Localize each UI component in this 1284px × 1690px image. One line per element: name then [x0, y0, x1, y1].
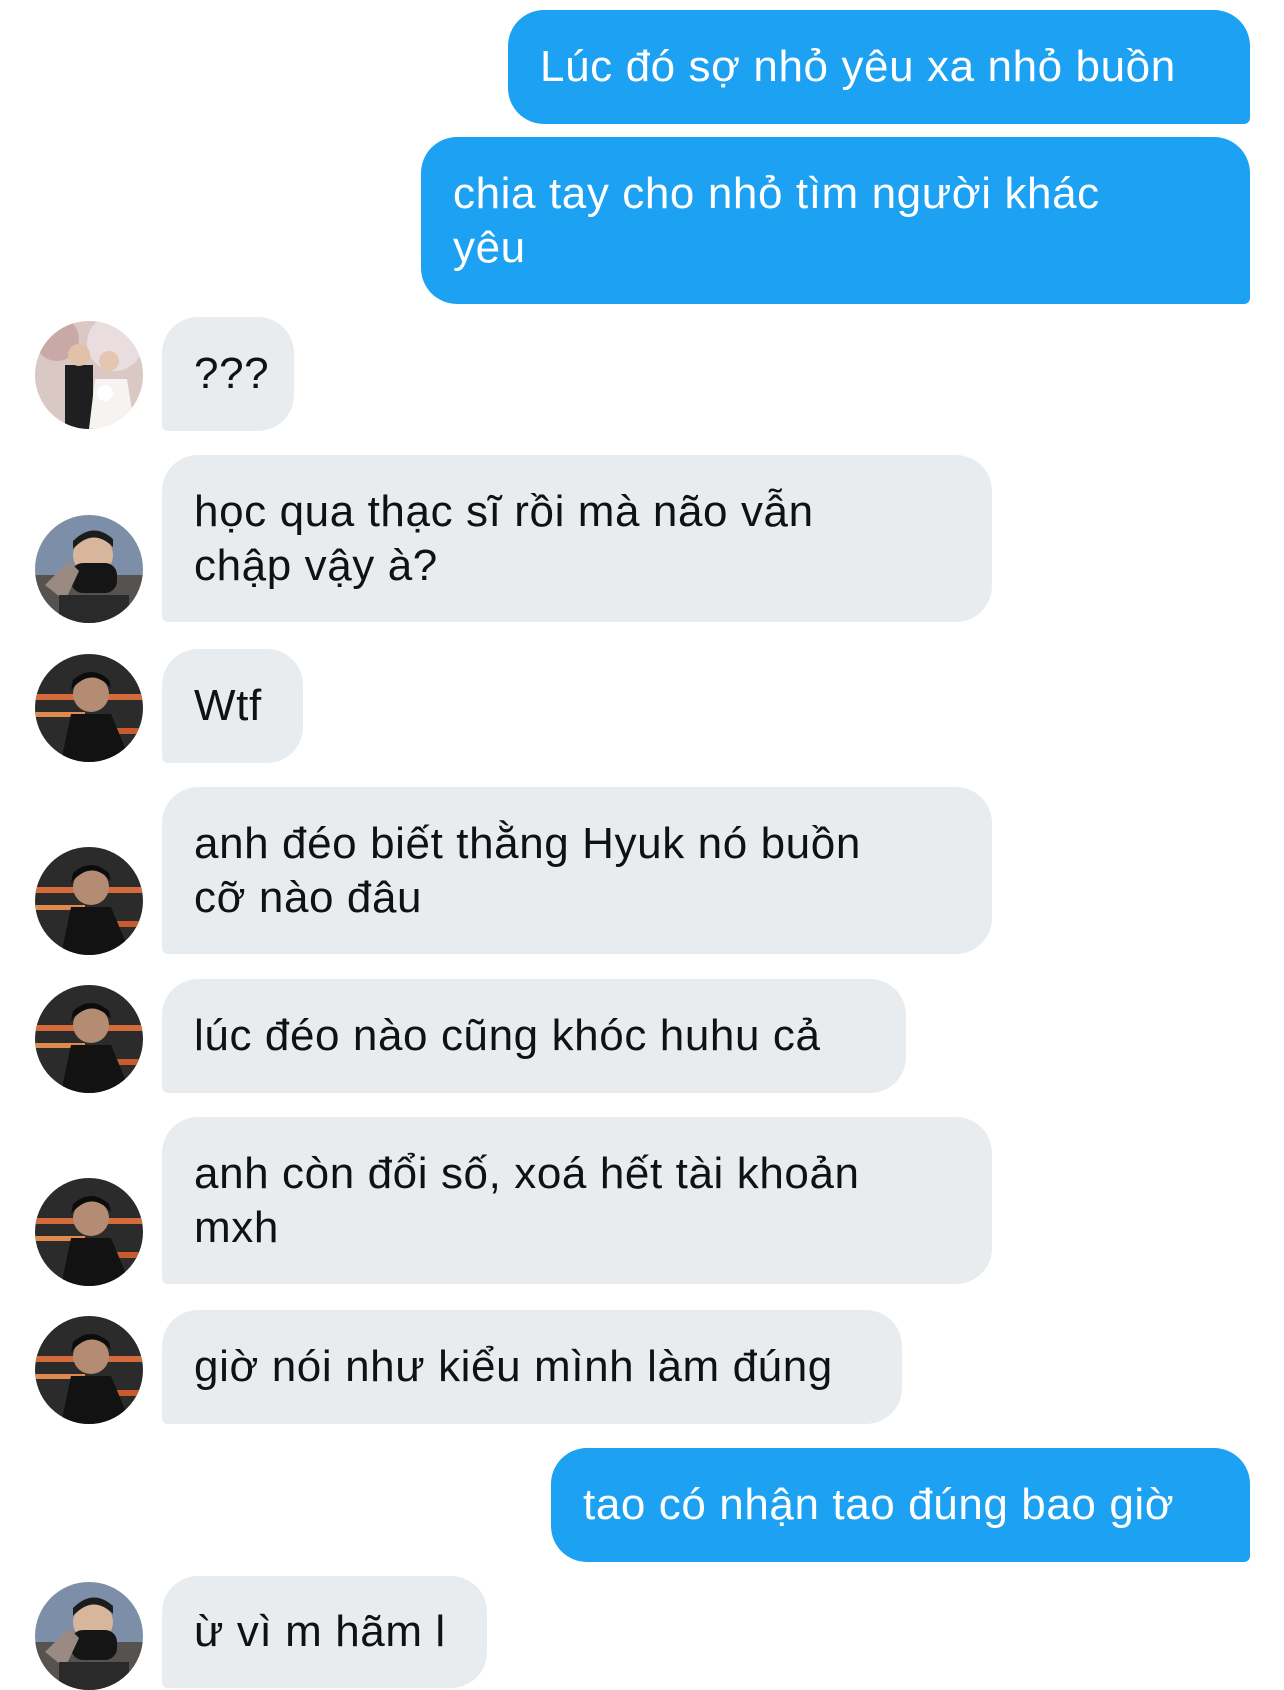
- message-text: ừ vì m hãm l: [194, 1607, 446, 1656]
- avatar-dark[interactable]: [35, 847, 143, 955]
- message-bubble-incoming[interactable]: học qua thạc sĩ rồi mà não vẫn chập vậy …: [162, 455, 992, 622]
- avatar-wedding[interactable]: [35, 321, 143, 429]
- message-bubble-outgoing[interactable]: Lúc đó sợ nhỏ yêu xa nhỏ buồn: [508, 10, 1250, 124]
- message-bubble-incoming[interactable]: ừ vì m hãm l: [162, 1576, 487, 1688]
- message-bubble-incoming[interactable]: lúc đéo nào cũng khóc huhu cả: [162, 979, 906, 1093]
- message-bubble-incoming[interactable]: giờ nói như kiểu mình làm đúng: [162, 1310, 902, 1424]
- avatar-dark[interactable]: [35, 654, 143, 762]
- message-text: anh còn đổi số, xoá hết tài khoản mxh: [194, 1148, 860, 1252]
- message-text: Lúc đó sợ nhỏ yêu xa nhỏ buồn: [540, 42, 1176, 91]
- message-bubble-outgoing[interactable]: chia tay cho nhỏ tìm người khác yêu: [421, 137, 1250, 304]
- message-text: anh đéo biết thằng Hyuk nó buồn cỡ nào đ…: [194, 818, 861, 922]
- message-text: lúc đéo nào cũng khóc huhu cả: [194, 1011, 821, 1060]
- avatar-dark[interactable]: [35, 985, 143, 1093]
- avatar-dark[interactable]: [35, 1316, 143, 1424]
- message-bubble-incoming[interactable]: anh đéo biết thằng Hyuk nó buồn cỡ nào đ…: [162, 787, 992, 954]
- avatar-dark[interactable]: [35, 1178, 143, 1286]
- message-text: chia tay cho nhỏ tìm người khác yêu: [453, 168, 1100, 272]
- message-text: Wtf: [194, 681, 262, 730]
- message-text: giờ nói như kiểu mình làm đúng: [194, 1342, 833, 1391]
- message-bubble-incoming[interactable]: ???: [162, 317, 294, 431]
- message-bubble-incoming[interactable]: anh còn đổi số, xoá hết tài khoản mxh: [162, 1117, 992, 1284]
- message-text: tao có nhận tao đúng bao giờ: [583, 1480, 1175, 1529]
- message-text: học qua thạc sĩ rồi mà não vẫn chập vậy …: [194, 486, 814, 590]
- avatar-masked[interactable]: [35, 1582, 143, 1690]
- message-bubble-incoming[interactable]: Wtf: [162, 649, 303, 763]
- message-text: ???: [194, 349, 270, 398]
- message-bubble-outgoing[interactable]: tao có nhận tao đúng bao giờ: [551, 1448, 1250, 1562]
- avatar-masked[interactable]: [35, 515, 143, 623]
